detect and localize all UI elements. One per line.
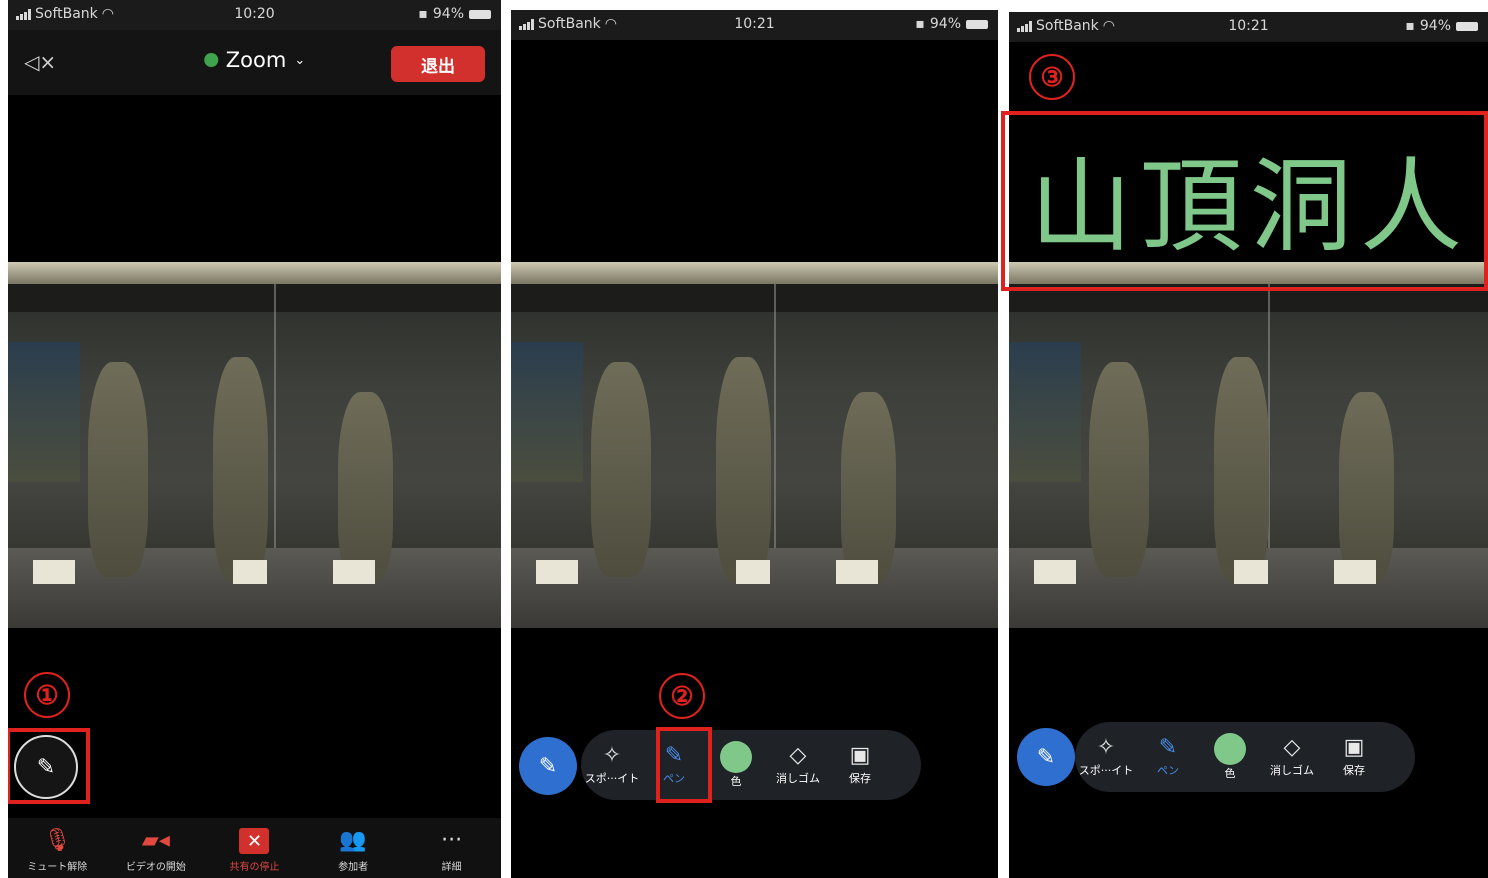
tab-start-video[interactable]: ▰◂ ビデオの開始: [111, 818, 201, 878]
pen-tool[interactable]: ✎ ペン: [1137, 727, 1199, 787]
step-marker: ②: [659, 673, 705, 719]
pencil-icon: ✎: [538, 753, 558, 779]
pen-icon: ✎: [1158, 735, 1178, 760]
statue: [1089, 362, 1149, 577]
statue: [591, 362, 651, 577]
participants-icon: 👥: [339, 828, 367, 853]
statue: [213, 357, 268, 582]
annotation-toolbar: ✧ スポ···イト ✎ ペン 色 ◇ 消しゴム ▣ 保存: [1075, 722, 1415, 792]
tab-more[interactable]: ··· 詳細: [407, 818, 497, 878]
statue: [1214, 357, 1269, 582]
video-off-icon: ▰◂: [141, 828, 170, 853]
save-tool[interactable]: ▣ 保存: [1323, 727, 1385, 787]
magic-wand-icon: ✧: [1096, 735, 1116, 760]
magic-wand-icon: ✧: [602, 743, 622, 768]
lock-rotation-icon: ▪: [1405, 18, 1415, 34]
eraser-tool[interactable]: ◇ 消しゴム: [1261, 727, 1323, 787]
statue: [338, 392, 393, 582]
eraser-icon: ◇: [1283, 735, 1301, 760]
color-swatch-icon: [1214, 733, 1246, 765]
annotation-toolbar: ✧ スポ···イト ✎ ペン 色 ◇ 消しゴム ▣ 保存: [581, 730, 921, 800]
carrier-name: SoftBank: [538, 16, 601, 32]
clock: 10:21: [1228, 18, 1269, 34]
mic-off-icon: 🎙: [43, 828, 72, 853]
color-tool[interactable]: 色: [705, 735, 767, 795]
more-icon: ···: [441, 828, 463, 853]
battery-icon: [1456, 21, 1478, 31]
meeting-title[interactable]: Zoom ⌄: [203, 48, 306, 72]
shared-photo: [511, 262, 998, 628]
screenshot-panel-1: SoftBank ◠ 10:20 ▪ 94% ◁× Zoom ⌄ 退出 ① ✎ …: [8, 0, 501, 878]
save-icon: ▣: [1343, 735, 1365, 760]
pencil-icon: ✎: [1036, 744, 1056, 770]
signal-icon: [1017, 20, 1032, 32]
meeting-title-text: Zoom: [225, 48, 287, 72]
tab-unmute[interactable]: 🎙 ミュート解除: [12, 818, 102, 878]
battery-icon: [469, 9, 491, 19]
highlight-box: [656, 727, 712, 803]
meeting-tabbar: 🎙 ミュート解除 ▰◂ ビデオの開始 ✕ 共有の停止 👥 参加者 ··· 詳細: [8, 818, 501, 878]
leave-button[interactable]: 退出: [391, 46, 485, 82]
annotate-button[interactable]: ✎: [519, 737, 577, 795]
clock: 10:20: [234, 6, 275, 22]
tab-stop-share[interactable]: ✕ 共有の停止: [209, 818, 299, 878]
status-bar: SoftBank ◠ 10:21 ▪ 94%: [511, 10, 998, 40]
clock: 10:21: [734, 16, 775, 32]
statue: [841, 392, 896, 582]
battery-percent: 94%: [432, 6, 464, 22]
highlight-box: [8, 728, 90, 804]
lock-rotation-icon: ▪: [418, 6, 428, 22]
stop-share-icon: ✕: [239, 828, 270, 854]
wifi-icon: ◠: [101, 6, 115, 22]
wifi-icon: ◠: [1102, 18, 1116, 34]
color-tool[interactable]: 色: [1199, 727, 1261, 787]
chevron-down-icon: ⌄: [294, 52, 306, 68]
status-bar: SoftBank ◠ 10:20 ▪ 94%: [8, 0, 501, 30]
annotate-button[interactable]: ✎: [1017, 728, 1075, 786]
handwritten-annotation: 山頂洞人: [1030, 148, 1470, 267]
status-bar: SoftBank ◠ 10:21 ▪ 94%: [1009, 12, 1488, 42]
wifi-icon: ◠: [604, 16, 618, 32]
battery-icon: [966, 19, 988, 29]
screenshot-panel-2: SoftBank ◠ 10:21 ▪ 94% ② ✎ ✧ スポ···イト ✎ ペ…: [511, 10, 998, 878]
shared-photo: [1009, 262, 1488, 628]
battery-percent: 94%: [929, 16, 961, 32]
lock-rotation-icon: ▪: [915, 16, 925, 32]
signal-icon: [16, 8, 31, 20]
tab-participants[interactable]: 👥 参加者: [308, 818, 398, 878]
carrier-name: SoftBank: [1036, 18, 1099, 34]
save-tool[interactable]: ▣ 保存: [829, 735, 891, 795]
signal-icon: [519, 18, 534, 30]
spoit-tool[interactable]: ✧ スポ···イト: [581, 735, 643, 795]
speaker-muted-icon[interactable]: ◁×: [24, 50, 56, 74]
step-marker: ①: [24, 672, 70, 718]
carrier-name: SoftBank: [35, 6, 98, 22]
color-swatch-icon: [720, 741, 752, 773]
save-icon: ▣: [849, 743, 871, 768]
meeting-header: ◁× Zoom ⌄ 退出: [8, 30, 501, 95]
statue: [1339, 392, 1394, 582]
spoit-tool[interactable]: ✧ スポ···イト: [1075, 727, 1137, 787]
step-marker: ③: [1029, 54, 1075, 100]
statue: [716, 357, 771, 582]
shared-photo: [8, 262, 501, 628]
statue: [88, 362, 148, 577]
eraser-icon: ◇: [789, 743, 807, 768]
battery-percent: 94%: [1419, 18, 1451, 34]
eraser-tool[interactable]: ◇ 消しゴム: [767, 735, 829, 795]
shield-check-icon: [203, 53, 218, 67]
